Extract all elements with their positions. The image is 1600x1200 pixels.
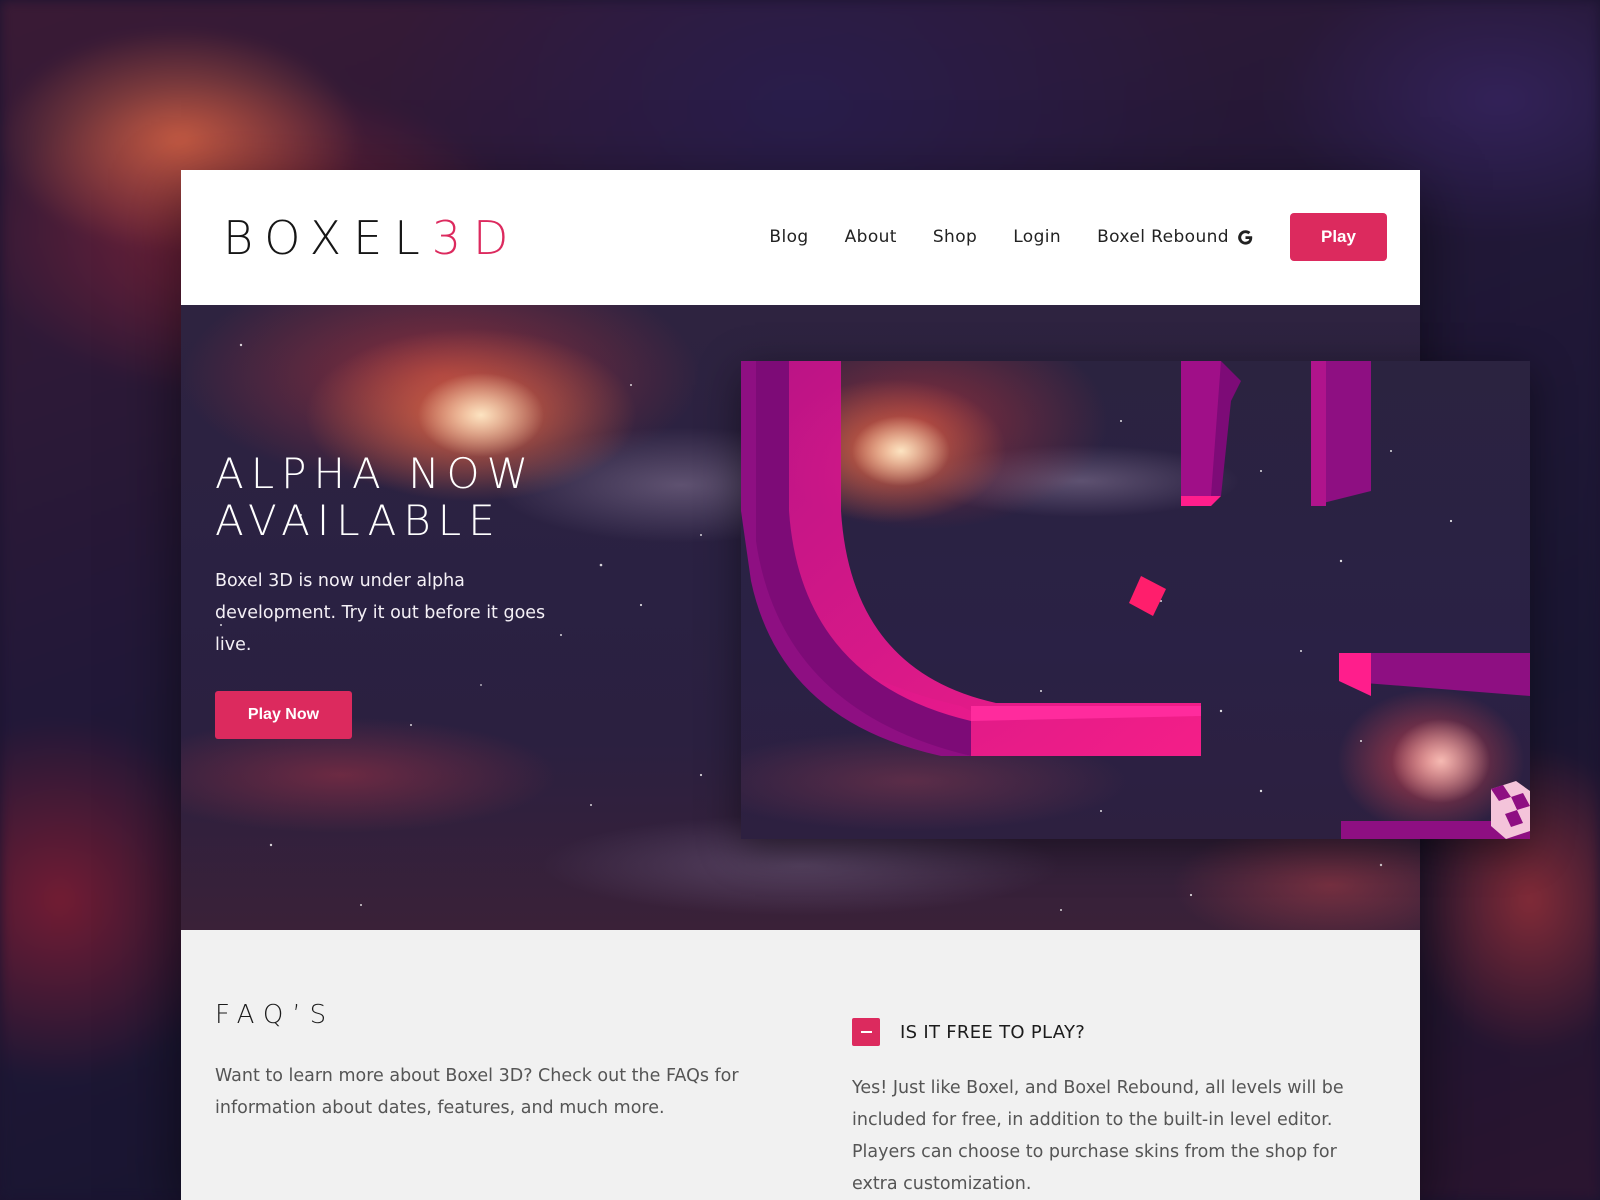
play-button[interactable]: Play [1290, 213, 1387, 261]
nav-item-boxel-rebound-label: Boxel Rebound [1097, 227, 1229, 247]
hero-title: ALPHA NOW AVAILABLE [215, 449, 536, 545]
play-now-button[interactable]: Play Now [215, 691, 352, 739]
hero-description: Boxel 3D is now under alpha development.… [215, 571, 546, 655]
faq-intro: Want to learn more about Boxel 3D? Check… [215, 1066, 739, 1118]
minus-icon[interactable] [852, 1018, 880, 1046]
faq-question-text: IS IT FREE TO PLAY? [900, 1021, 1086, 1043]
game-screenshot [741, 361, 1530, 839]
site-header: BOXEL3D Blog About Shop Login Boxel Rebo… [181, 170, 1420, 305]
faq-title: FAQ’S [215, 1000, 336, 1030]
boxel3d-logo[interactable]: BOXEL3D [223, 210, 520, 266]
faq-question-free-to-play[interactable]: IS IT FREE TO PLAY? [852, 1018, 1085, 1046]
main-nav: Blog About Shop Login Boxel Rebound Play [769, 213, 1387, 261]
nav-item-shop[interactable]: Shop [933, 213, 977, 261]
nav-item-blog[interactable]: Blog [769, 213, 808, 261]
google-icon [1238, 229, 1253, 245]
checkered-cube [1491, 781, 1530, 839]
logo-text-accent: 3D [431, 211, 521, 265]
nav-item-login[interactable]: Login [1013, 213, 1061, 261]
faq-section: FAQ’S Want to learn more about Boxel 3D?… [181, 930, 1420, 1200]
logo-text-main: BOXEL [223, 211, 432, 265]
nav-item-boxel-rebound[interactable]: Boxel Rebound [1097, 213, 1254, 261]
nav-item-about[interactable]: About [845, 213, 897, 261]
faq-answer-text: Yes! Just like Boxel, and Boxel Rebound,… [852, 1078, 1344, 1194]
game-level-art [741, 361, 1530, 839]
